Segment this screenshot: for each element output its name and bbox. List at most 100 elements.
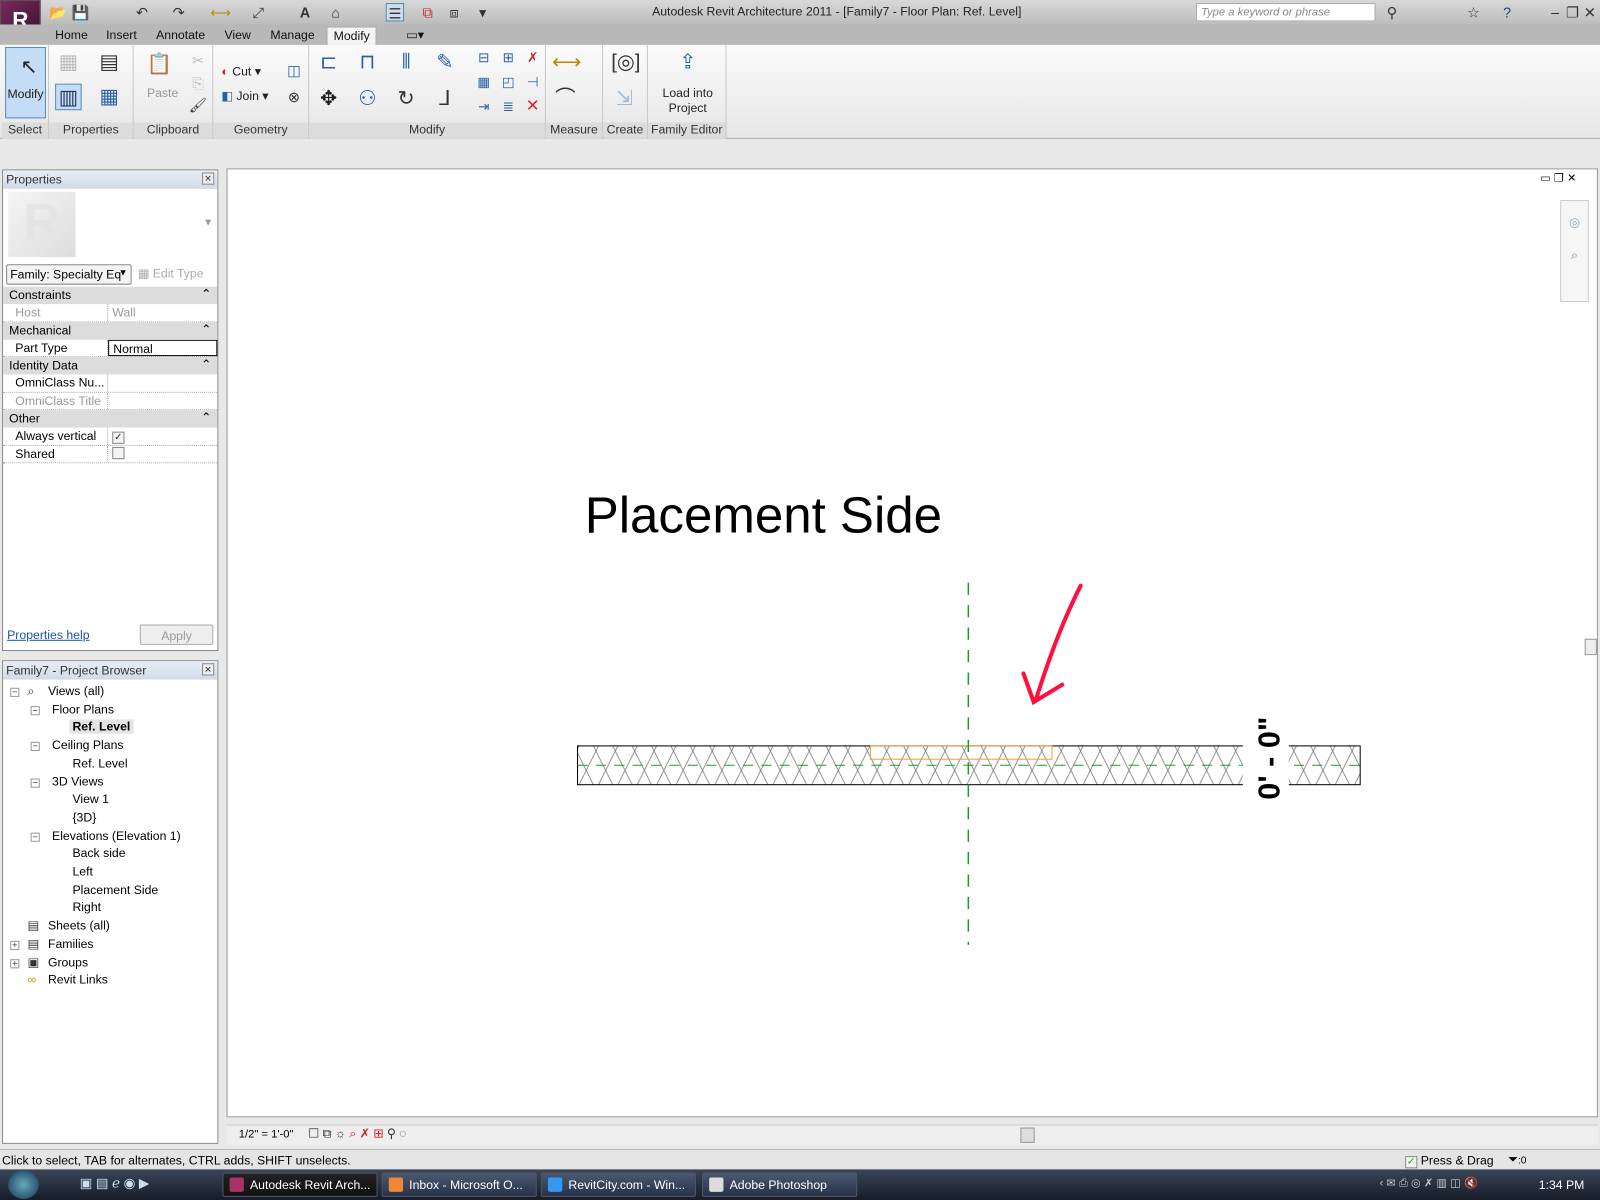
property-group-header[interactable]: Constraints ⌃	[3, 286, 218, 305]
browser-node[interactable]: Families	[48, 937, 94, 951]
steering-wheel-icon[interactable]: ◎	[1561, 215, 1588, 229]
customize-toolbar-icon[interactable]: ▾	[473, 3, 491, 21]
browser-node[interactable]: Ref. Level	[69, 719, 134, 735]
collapse-icon[interactable]: ⌃	[201, 322, 211, 336]
vertical-scrollbar-thumb[interactable]	[1584, 638, 1597, 656]
browser-node[interactable]: Views (all)	[48, 684, 104, 698]
split-element-icon[interactable]: ⊟	[470, 45, 497, 72]
collapse-icon[interactable]: ⌃	[201, 357, 211, 371]
unpin-icon[interactable]: ✗	[519, 45, 546, 72]
text-icon[interactable]: A	[296, 3, 314, 21]
modify-button[interactable]: ↖ Modify	[5, 46, 46, 119]
wall-joins-icon[interactable]: ◫	[281, 57, 308, 84]
quick-launch-icons[interactable]: ▣ ▤ ℯ ◉ ▶	[80, 1176, 149, 1192]
trim-extend-icon[interactable]: ⅃	[432, 86, 459, 113]
browser-node[interactable]: Ref. Level	[72, 756, 127, 770]
system-tray-icons[interactable]: ‹ ✉ ⎙ ◎ ✗ ▥ ◫ 🔇	[1380, 1177, 1478, 1191]
collapse-node-icon[interactable]: −	[10, 687, 20, 697]
taskbar-ie[interactable]: RevitCity.com - Win...	[540, 1172, 696, 1197]
browser-node[interactable]: Placement Side	[72, 882, 158, 896]
start-button[interactable]	[8, 1170, 39, 1199]
align-icon[interactable]: ⊏	[315, 49, 342, 76]
split-gap-icon[interactable]: ⊞	[495, 45, 522, 72]
switch-windows-icon[interactable]: ⧈	[445, 3, 463, 21]
browser-node[interactable]: View 1	[72, 792, 109, 806]
expand-node-icon[interactable]: +	[10, 940, 20, 950]
measure-along-icon[interactable]: ⌒	[552, 86, 579, 113]
ribbon-minimize-button[interactable]: ▭▾	[400, 27, 430, 45]
close-hidden-windows-icon[interactable]: ⧉	[418, 3, 436, 21]
move-icon[interactable]: ✥	[315, 86, 342, 113]
taskbar-photoshop[interactable]: Adobe Photoshop	[702, 1172, 858, 1197]
minimize-icon[interactable]: –	[1546, 3, 1564, 21]
horizontal-scrollbar-thumb[interactable]	[1020, 1127, 1035, 1143]
measure-between-icon[interactable]: ⟷	[552, 49, 581, 76]
type-dropdown-icon[interactable]: ▼	[203, 217, 213, 228]
close-icon[interactable]: ✕	[1581, 3, 1599, 21]
paste-button[interactable]: Paste	[147, 86, 178, 100]
mirror-pick-axis-icon[interactable]: ⫴	[393, 49, 420, 76]
create-similar-icon[interactable]: ⇲	[611, 86, 638, 113]
redo-icon[interactable]: ↷	[169, 3, 187, 21]
property-value-input[interactable]: Normal	[108, 339, 218, 357]
collapse-node-icon[interactable]: −	[30, 705, 40, 715]
properties-toggle-icon[interactable]: ▥	[55, 83, 82, 111]
help-search-input[interactable]: Type a keyword or phrase	[1195, 3, 1376, 22]
collapse-node-icon[interactable]: −	[30, 832, 40, 842]
browser-node[interactable]: Floor Plans	[52, 702, 114, 716]
property-checkbox[interactable]: ✓	[112, 431, 125, 444]
type-selector[interactable]: Family: Specialty Eq ▼	[6, 264, 132, 285]
taskbar-outlook[interactable]: Inbox - Microsoft O...	[381, 1172, 537, 1197]
apply-button[interactable]: Apply	[139, 624, 214, 645]
open-icon[interactable]: 📂	[49, 3, 67, 21]
match-properties-icon[interactable]: 🖌	[185, 92, 212, 119]
properties-help-link[interactable]: Properties help	[7, 628, 89, 642]
collapse-node-icon[interactable]: −	[30, 741, 40, 752]
rotate-icon[interactable]: ↻	[393, 86, 420, 113]
collapse-node-icon[interactable]: −	[30, 778, 40, 788]
tab-insert[interactable]: Insert	[100, 27, 143, 45]
copy-element-icon[interactable]: ⚇	[354, 86, 381, 113]
browser-node[interactable]: Revit Links	[48, 973, 108, 987]
property-group-header[interactable]: Other ⌃	[3, 410, 218, 428]
edit-type-button[interactable]: ▦ Edit Type	[138, 266, 204, 280]
array-icon[interactable]: ▦	[470, 69, 497, 96]
press-drag-toggle[interactable]: ✓ Press & Drag	[1405, 1153, 1494, 1169]
dimension-value[interactable]: 0' - 0"	[1253, 707, 1288, 809]
pin-icon[interactable]: ⊣	[519, 69, 546, 96]
view-window-controls[interactable]: ▭ ❐ ✕	[1540, 171, 1576, 184]
property-group-header[interactable]: Identity Data ⌃	[3, 357, 218, 375]
join-button[interactable]: ◧ Join ▾	[221, 89, 268, 103]
close-browser-button[interactable]: ✕	[202, 663, 215, 676]
save-icon[interactable]: 💾	[71, 3, 90, 21]
browser-node[interactable]: 3D Views	[52, 774, 103, 788]
create-group-icon[interactable]: [◎]	[611, 49, 640, 76]
browser-node[interactable]: Left	[72, 864, 92, 878]
3d-view-icon[interactable]: ⌂	[327, 3, 345, 21]
collapse-icon[interactable]: ⌃	[201, 287, 211, 301]
family-types-icon[interactable]: ▤	[96, 49, 123, 76]
trim-multiple-icon[interactable]: ⇥	[470, 94, 497, 121]
offset-icon[interactable]: ⊓	[354, 49, 381, 76]
thin-lines-icon[interactable]: ☰	[385, 3, 405, 22]
family-category-icon[interactable]: ▦	[96, 84, 123, 111]
tab-modify[interactable]: Modify	[326, 26, 377, 45]
property-value[interactable]	[108, 374, 217, 391]
binoculars-icon[interactable]: ⚲	[1383, 3, 1401, 21]
browser-node[interactable]: {3D}	[72, 810, 96, 824]
view-controls-icons[interactable]: ☐ ⧉ ☼ ⌕ ✗ ⊞ ⚲ ◌	[308, 1127, 406, 1142]
measure-icon[interactable]: ⟷	[210, 3, 230, 21]
scale-icon[interactable]: ◰	[495, 69, 522, 96]
expand-node-icon[interactable]: +	[10, 958, 20, 968]
browser-node[interactable]: Sheets (all)	[48, 918, 110, 932]
restore-icon[interactable]: ❐	[1563, 3, 1581, 21]
favorites-star-icon[interactable]: ☆	[1464, 3, 1482, 21]
undo-icon[interactable]: ↶	[133, 3, 151, 21]
browser-node[interactable]: Elevations (Elevation 1)	[52, 828, 181, 842]
zoom-icon[interactable]: ⌕	[1561, 248, 1588, 263]
close-palette-button[interactable]: ✕	[202, 172, 215, 185]
tab-home[interactable]: Home	[49, 27, 94, 45]
delete-icon[interactable]: ✕	[519, 94, 546, 121]
filter-icon[interactable]: ⏷:0	[1508, 1152, 1526, 1167]
tab-annotate[interactable]: Annotate	[150, 27, 211, 45]
